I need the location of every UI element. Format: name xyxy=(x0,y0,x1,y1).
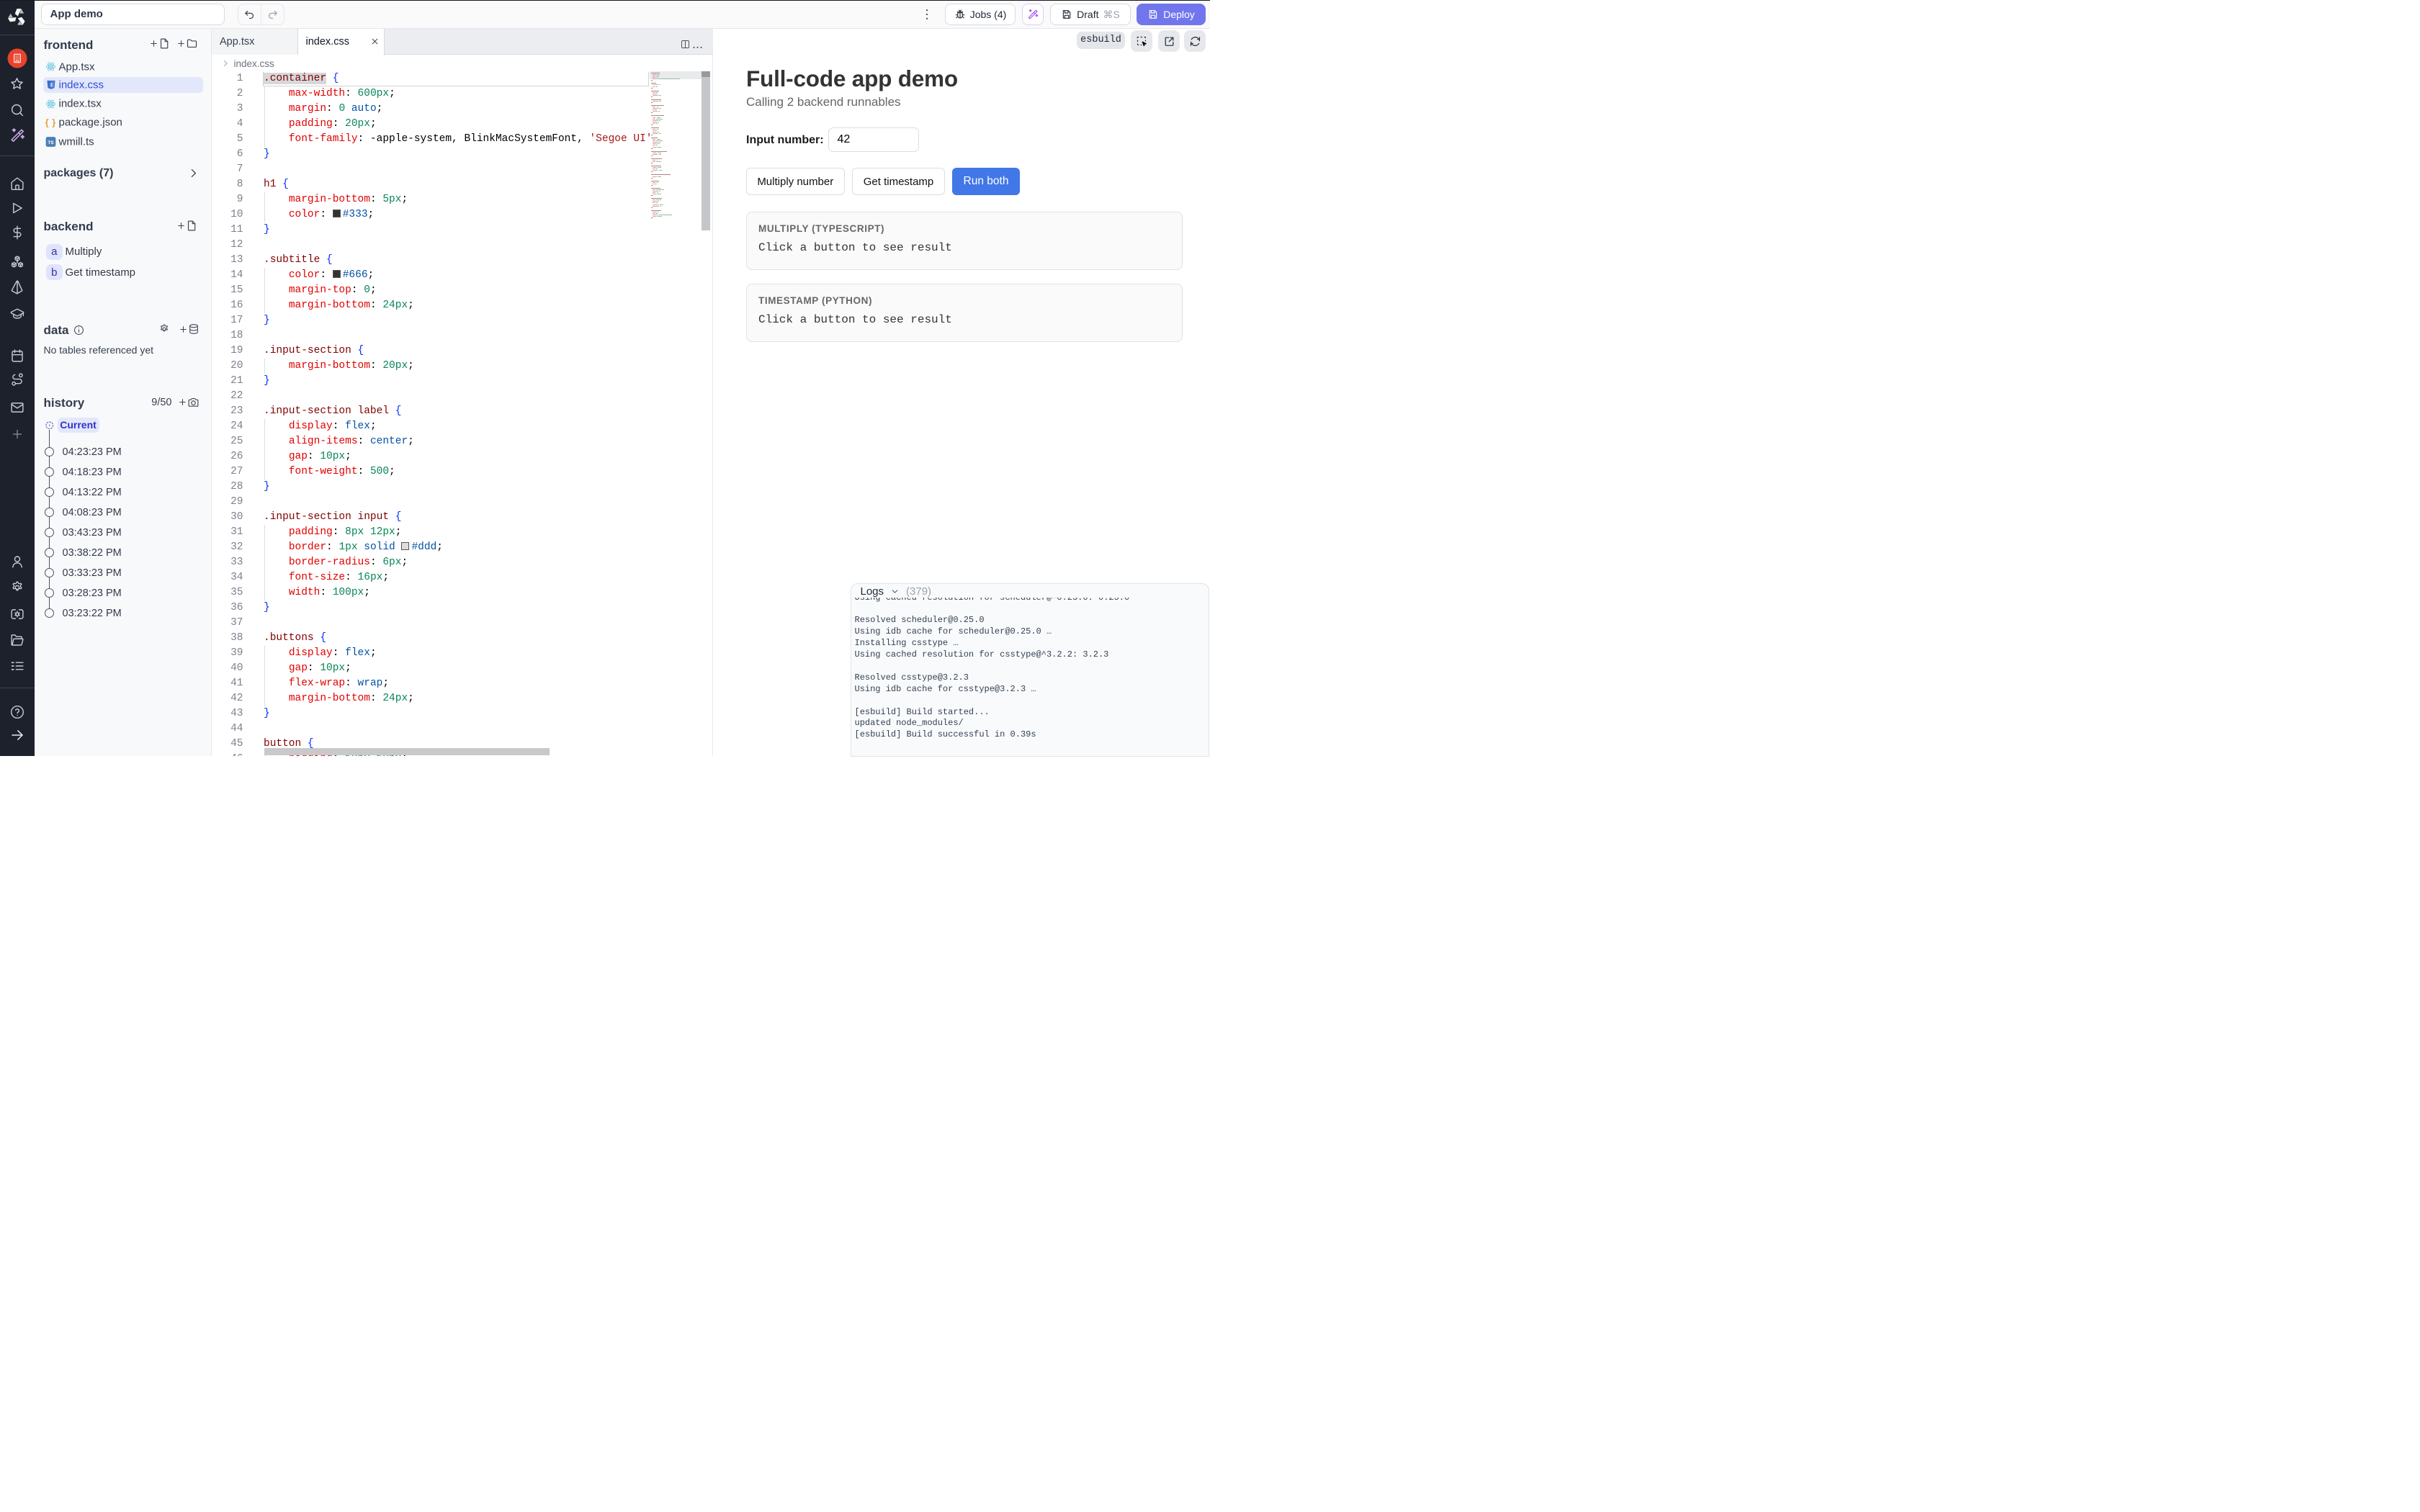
svg-text:TS: TS xyxy=(48,140,54,145)
svg-text:3: 3 xyxy=(50,83,53,88)
